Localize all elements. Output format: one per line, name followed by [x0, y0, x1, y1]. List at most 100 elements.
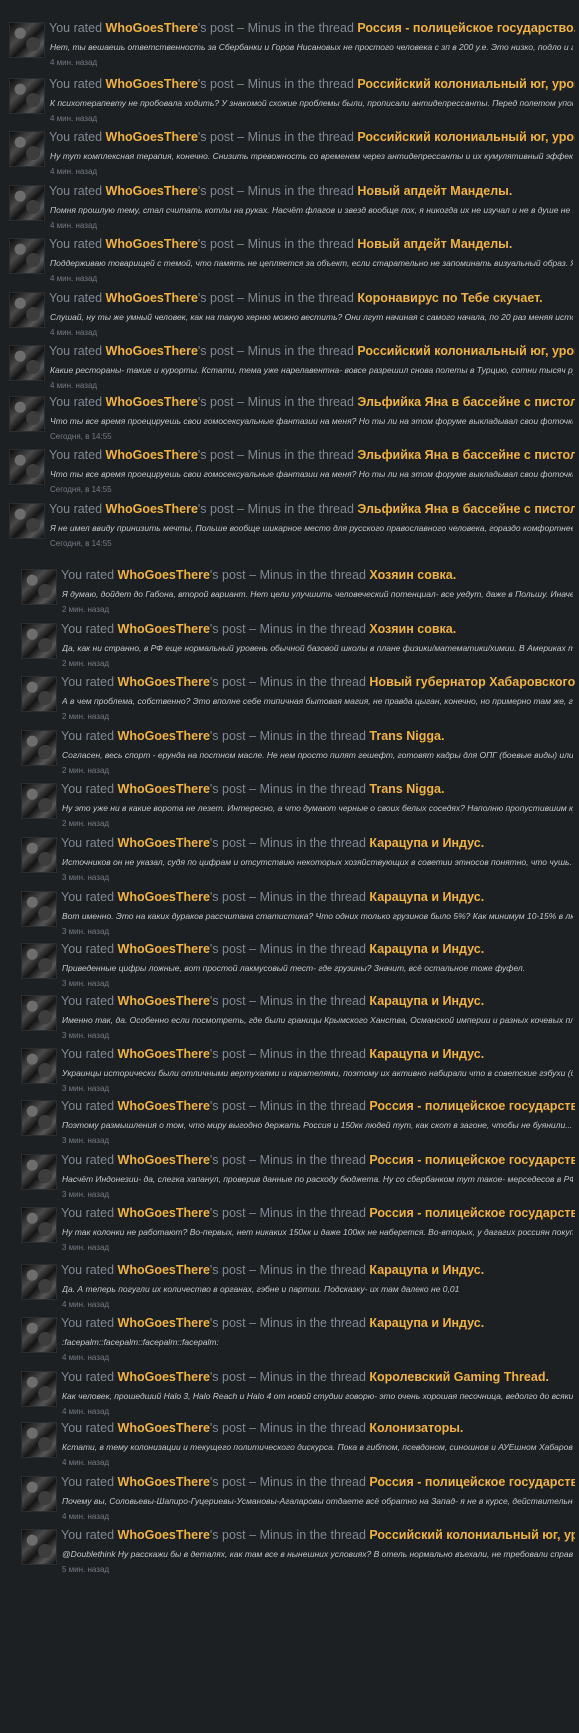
thread-link[interactable]: Эльфийка Яна в бассейне с пистолетиком.: [357, 448, 575, 462]
username-link[interactable]: WhoGoesThere: [118, 1316, 210, 1330]
post-snippet[interactable]: Именно так, да. Особенно если посмотреть…: [62, 1014, 573, 1026]
thread-link[interactable]: Эльфийка Яна в бассейне с пистолетиком.: [357, 502, 575, 516]
avatar[interactable]: [21, 1264, 57, 1300]
post-snippet[interactable]: Я не имел ввиду принизить мечты, Польше …: [50, 522, 573, 534]
avatar[interactable]: [21, 730, 57, 766]
username-link[interactable]: WhoGoesThere: [106, 130, 198, 144]
avatar[interactable]: [21, 783, 57, 819]
username-link[interactable]: WhoGoesThere: [106, 184, 198, 198]
username-link[interactable]: WhoGoesThere: [118, 1263, 210, 1277]
username-link[interactable]: WhoGoesThere: [118, 1047, 210, 1061]
username-link[interactable]: WhoGoesThere: [106, 448, 198, 462]
post-snippet[interactable]: Помня прошлую тему, стал считать котлы н…: [50, 204, 573, 216]
thread-link[interactable]: Новый апдейт Манделы.: [357, 184, 512, 198]
thread-link[interactable]: Россия - полицейское государство.: [369, 1206, 575, 1220]
username-link[interactable]: WhoGoesThere: [106, 237, 198, 251]
post-snippet[interactable]: @Doublethink Ну расскажи бы в деталях, к…: [62, 1548, 573, 1560]
username-link[interactable]: WhoGoesThere: [118, 1099, 210, 1113]
post-snippet[interactable]: Украинцы исторически были отличными верт…: [62, 1067, 573, 1079]
username-link[interactable]: WhoGoesThere: [118, 1370, 210, 1384]
username-link[interactable]: WhoGoesThere: [118, 1206, 210, 1220]
thread-link[interactable]: Карацупа и Индус.: [369, 942, 484, 956]
thread-link[interactable]: Российский колониальный юг, уровня 0.: [357, 344, 575, 358]
post-snippet[interactable]: Ну так колонки не работают? Во-первых, н…: [62, 1226, 573, 1238]
thread-link[interactable]: Российский колониальный юг, уровня 0.: [369, 1528, 575, 1542]
avatar[interactable]: [21, 891, 57, 927]
post-snippet[interactable]: Нет, ты вешаешь ответственность за Сберб…: [50, 41, 573, 53]
thread-link[interactable]: Королевский Gaming Thread.: [369, 1370, 549, 1384]
username-link[interactable]: WhoGoesThere: [106, 344, 198, 358]
post-snippet[interactable]: Насчёт Индонезии- да, слегка хапанул, пр…: [62, 1173, 573, 1185]
thread-link[interactable]: Колонизаторы.: [369, 1421, 463, 1435]
username-link[interactable]: WhoGoesThere: [118, 622, 210, 636]
username-link[interactable]: WhoGoesThere: [118, 782, 210, 796]
post-snippet[interactable]: Поэтому размышления о том, что миру выго…: [62, 1119, 573, 1131]
thread-link[interactable]: Россия - полицейское государство.: [369, 1475, 575, 1489]
thread-link[interactable]: Хозяин совка.: [369, 622, 456, 636]
username-link[interactable]: WhoGoesThere: [118, 729, 210, 743]
thread-link[interactable]: Карацупа и Индус.: [369, 1047, 484, 1061]
thread-link[interactable]: Trans Nigga.: [369, 729, 444, 743]
username-link[interactable]: WhoGoesThere: [106, 77, 198, 91]
thread-link[interactable]: Карацупа и Индус.: [369, 994, 484, 1008]
avatar[interactable]: [9, 345, 45, 381]
avatar[interactable]: [9, 22, 45, 58]
avatar[interactable]: [9, 238, 45, 274]
username-link[interactable]: WhoGoesThere: [118, 1475, 210, 1489]
post-snippet[interactable]: Что ты все время проецируешь свои гомосе…: [50, 468, 573, 480]
thread-link[interactable]: Российский колониальный юг, уровня 0.: [357, 77, 575, 91]
avatar[interactable]: [21, 1422, 57, 1458]
thread-link[interactable]: Trans Nigga.: [369, 782, 444, 796]
avatar[interactable]: [21, 995, 57, 1031]
avatar[interactable]: [9, 292, 45, 328]
avatar[interactable]: [21, 569, 57, 605]
username-link[interactable]: WhoGoesThere: [118, 1421, 210, 1435]
avatar[interactable]: [21, 1207, 57, 1243]
username-link[interactable]: WhoGoesThere: [106, 395, 198, 409]
avatar[interactable]: [21, 1476, 57, 1512]
avatar[interactable]: [21, 1371, 57, 1407]
thread-link[interactable]: Россия - полицейское государство.: [369, 1153, 575, 1167]
username-link[interactable]: WhoGoesThere: [118, 1528, 210, 1542]
username-link[interactable]: WhoGoesThere: [118, 675, 210, 689]
post-snippet[interactable]: Что ты все время проецируешь свои гомосе…: [50, 415, 573, 427]
post-snippet[interactable]: Ну это уже ни в какие ворота не лезет. И…: [62, 802, 573, 814]
avatar[interactable]: [21, 1154, 57, 1190]
post-snippet[interactable]: А в чем проблема, собственно? Это вполне…: [62, 695, 573, 707]
avatar[interactable]: [21, 943, 57, 979]
avatar[interactable]: [21, 837, 57, 873]
thread-link[interactable]: Новый губернатор Хабаровского края.: [369, 675, 575, 689]
post-snippet[interactable]: Вот именно. Это на каких дураков рассчит…: [62, 910, 573, 922]
post-snippet[interactable]: Поддерживаю товарищей с темой, что памят…: [50, 257, 573, 269]
username-link[interactable]: WhoGoesThere: [106, 291, 198, 305]
avatar[interactable]: [21, 1317, 57, 1353]
thread-link[interactable]: Коронавирус по Тебе скучает.: [357, 291, 542, 305]
username-link[interactable]: WhoGoesThere: [106, 502, 198, 516]
thread-link[interactable]: Новый апдейт Манделы.: [357, 237, 512, 251]
post-snippet[interactable]: Как человек, прошедший Halo 3, Halo Reac…: [62, 1390, 573, 1402]
thread-link[interactable]: Хозяин совка.: [369, 568, 456, 582]
thread-link[interactable]: Россия - полицейское государство.: [357, 21, 575, 35]
post-snippet[interactable]: К психотерапевту не пробовала ходить? У …: [50, 97, 573, 109]
post-snippet[interactable]: Слушай, ну ты же умный человек, как на т…: [50, 311, 573, 323]
post-snippet[interactable]: Я думаю, дойдет до Габона, второй вариан…: [62, 588, 573, 600]
post-snippet[interactable]: Какие рестораны- такие и курорты. Кстати…: [50, 364, 573, 376]
avatar[interactable]: [9, 396, 45, 432]
post-snippet[interactable]: Приведенные цифры ложные, вот простой ла…: [62, 962, 573, 974]
avatar[interactable]: [21, 676, 57, 712]
thread-link[interactable]: Эльфийка Яна в бассейне с пистолетиком.: [357, 395, 575, 409]
avatar[interactable]: [9, 503, 45, 539]
post-snippet[interactable]: Да, как ни странно, в РФ еще нормальный …: [62, 642, 573, 654]
avatar[interactable]: [21, 1529, 57, 1565]
avatar[interactable]: [9, 185, 45, 221]
avatar[interactable]: [9, 449, 45, 485]
post-snippet[interactable]: Почему вы, Соловьевы-Шапиро-Гуцериевы-Ус…: [62, 1495, 573, 1507]
thread-link[interactable]: Россия - полицейское государство.: [369, 1099, 575, 1113]
username-link[interactable]: WhoGoesThere: [118, 890, 210, 904]
avatar[interactable]: [21, 1100, 57, 1136]
thread-link[interactable]: Карацупа и Индус.: [369, 890, 484, 904]
post-snippet[interactable]: Кстати, в тему колонизации и текущего по…: [62, 1441, 573, 1453]
username-link[interactable]: WhoGoesThere: [118, 942, 210, 956]
thread-link[interactable]: Карацупа и Индус.: [369, 1263, 484, 1277]
username-link[interactable]: WhoGoesThere: [118, 1153, 210, 1167]
